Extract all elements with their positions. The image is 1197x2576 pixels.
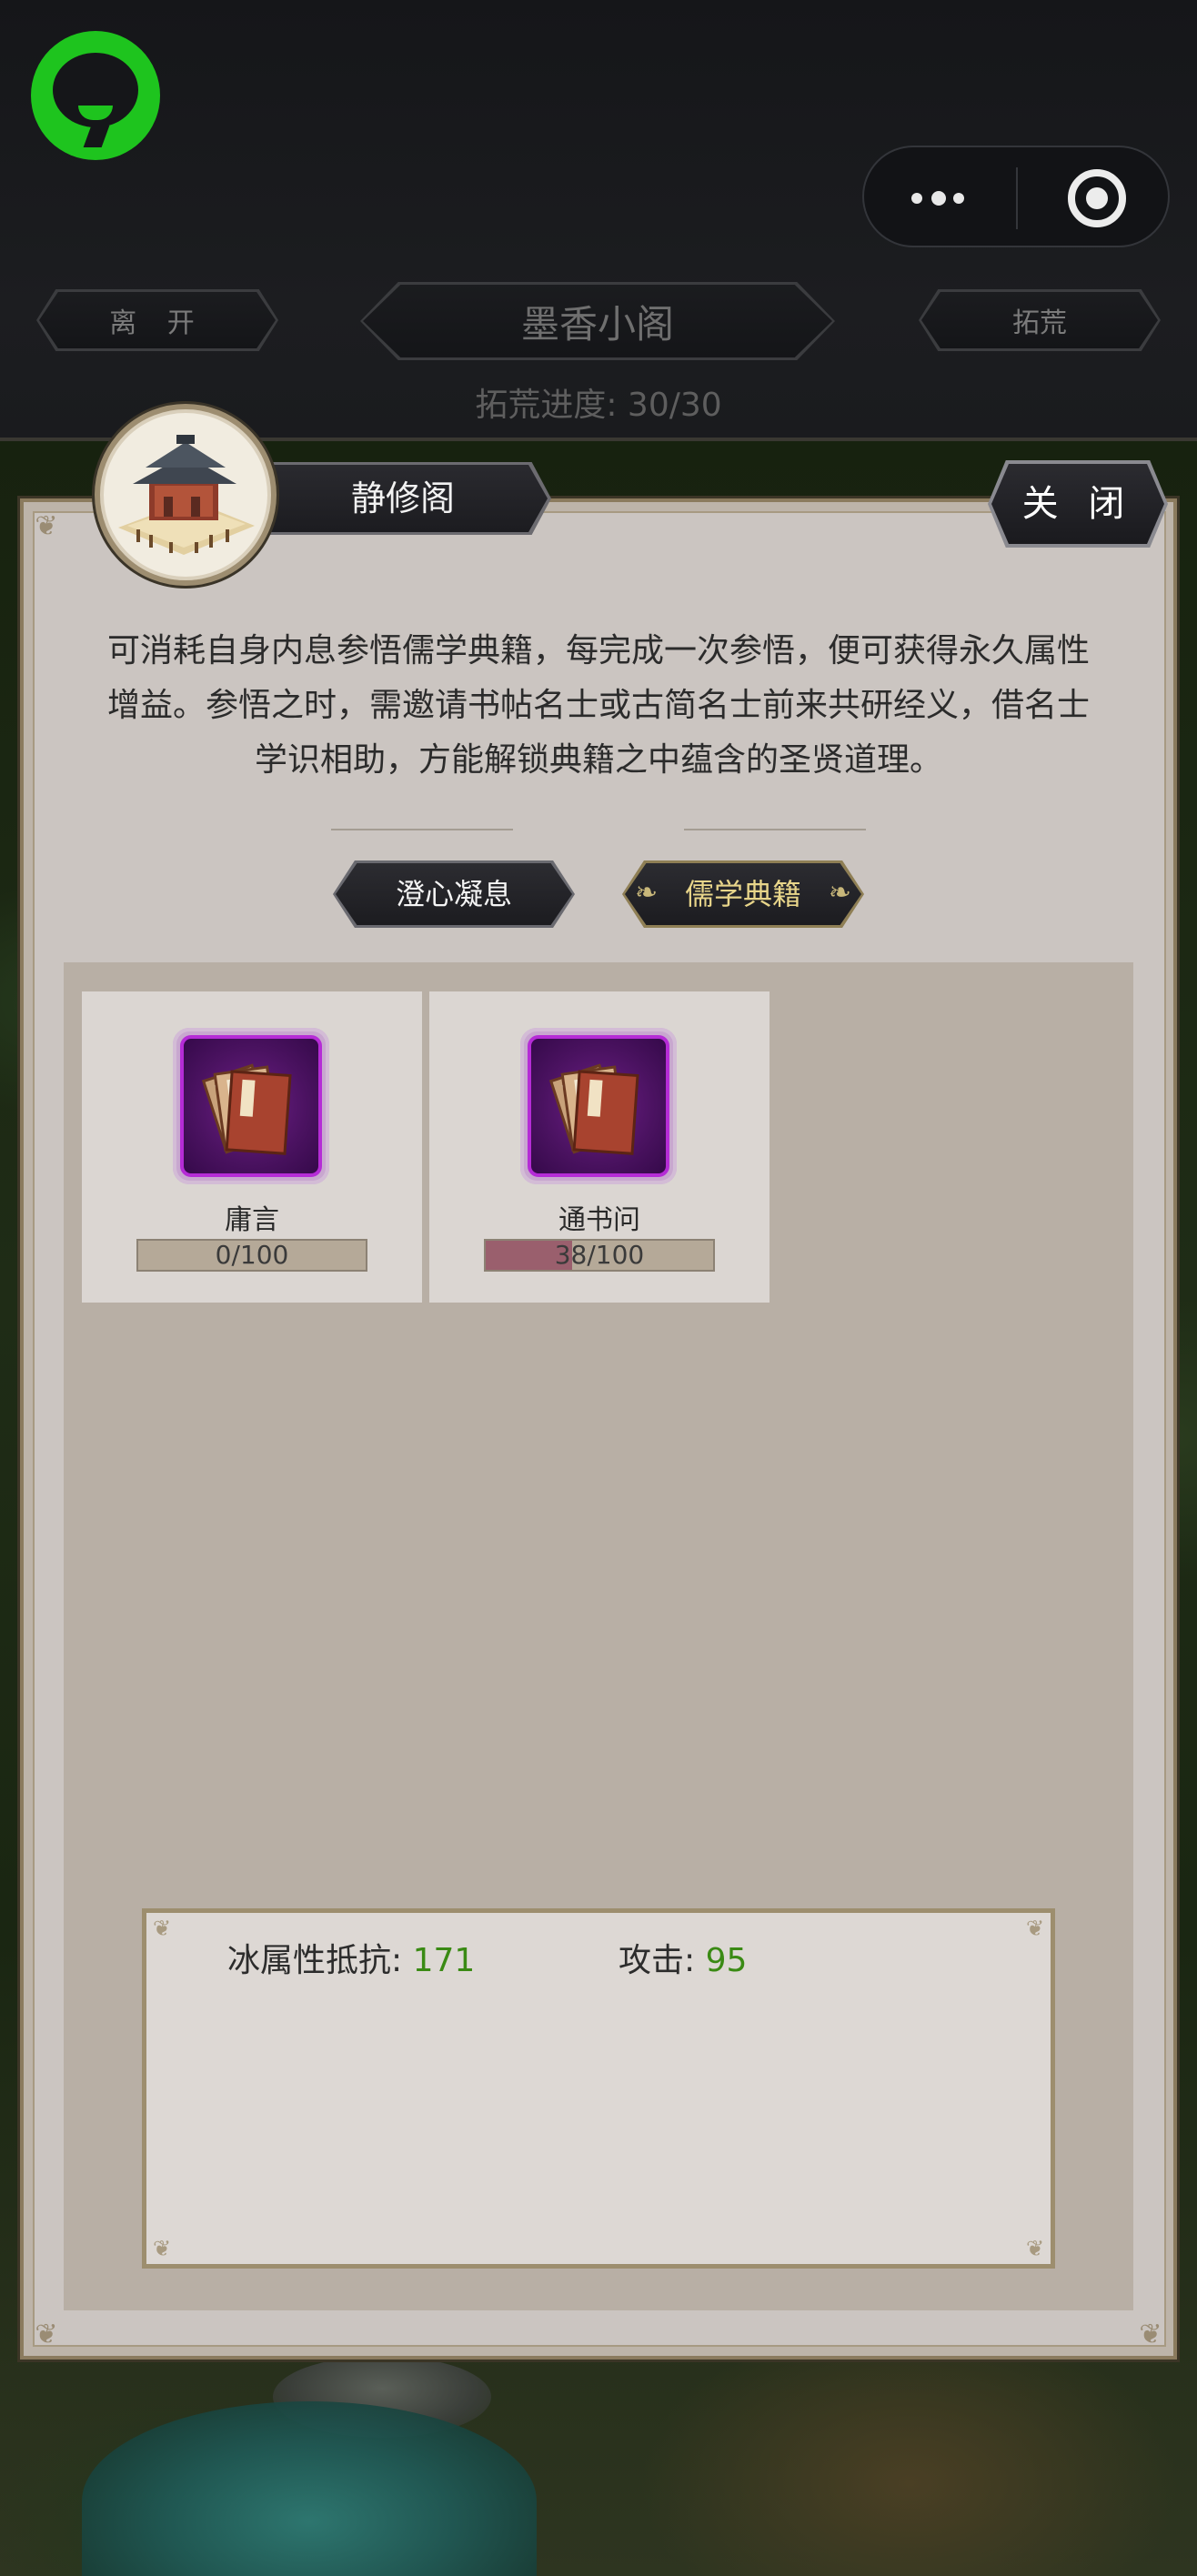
corner-ornament-icon: ❦ bbox=[1025, 2236, 1045, 2261]
stat-label: 攻击: bbox=[619, 1942, 696, 1979]
book-stack-icon bbox=[173, 1028, 329, 1184]
divider-ornament-left bbox=[331, 829, 513, 850]
exit-target-icon[interactable] bbox=[1068, 169, 1126, 227]
tab-meditation[interactable]: 澄心凝息 bbox=[333, 860, 575, 928]
stat-value: 171 bbox=[412, 1942, 476, 1979]
tab-meditation-label: 澄心凝息 bbox=[395, 877, 512, 911]
book-progress-text: 0/100 bbox=[215, 1240, 289, 1270]
corner-ornament-icon: ❦ bbox=[152, 1916, 172, 1941]
book-progress-text: 38/100 bbox=[554, 1240, 645, 1270]
chat-bubble-icon[interactable] bbox=[31, 31, 160, 160]
location-title-plaque: 墨香小阁 bbox=[360, 282, 835, 360]
explore-label: 拓荒 bbox=[1012, 307, 1067, 339]
book-name: 通书问 bbox=[558, 1204, 640, 1236]
leave-label: 离 开 bbox=[109, 307, 206, 339]
book-name: 庸言 bbox=[225, 1204, 279, 1236]
corner-ornament-icon: ❦ bbox=[35, 510, 58, 542]
leave-button[interactable]: 离 开 bbox=[36, 289, 278, 351]
tab-confucian-classics[interactable]: ❧ ❧ 儒学典籍 bbox=[622, 860, 864, 928]
explore-progress-label: 拓荒进度: bbox=[475, 387, 618, 424]
book-progress-bar: 38/100 bbox=[484, 1239, 715, 1272]
divider-ornament-right bbox=[684, 829, 866, 850]
corner-ornament-icon: ❦ bbox=[35, 2319, 58, 2350]
panel-description: 可消耗自身内息参悟儒学典籍，每完成一次参悟，便可获得永久属性增益。参悟之时，需邀… bbox=[106, 632, 1090, 779]
top-bar: 离 开 墨香小阁 拓荒 拓荒进度: 30/30 bbox=[0, 0, 1197, 441]
pavilion-building-icon bbox=[118, 435, 255, 555]
close-panel-button[interactable]: 关 闭 bbox=[988, 460, 1168, 548]
stat-attack: 攻击: 95 bbox=[619, 1934, 747, 1981]
stat-label: 冰属性抵抗: bbox=[227, 1942, 403, 1979]
stat-ice-resistance: 冰属性抵抗: 171 bbox=[227, 1934, 475, 1981]
more-dots-icon[interactable] bbox=[911, 191, 970, 206]
pavilion-avatar bbox=[95, 404, 277, 586]
corner-ornament-icon: ❦ bbox=[1025, 1916, 1045, 1941]
tab-confucian-classics-label: 儒学典籍 bbox=[684, 877, 801, 911]
book-card[interactable]: 通书问 38/100 bbox=[429, 991, 770, 1303]
explore-button[interactable]: 拓荒 bbox=[919, 289, 1161, 351]
corner-ornament-icon: ❦ bbox=[152, 2236, 172, 2261]
location-title: 墨香小阁 bbox=[520, 301, 674, 347]
stat-value: 95 bbox=[705, 1942, 748, 1979]
book-card[interactable]: 庸言 0/100 bbox=[82, 991, 422, 1303]
book-progress-bar: 0/100 bbox=[136, 1239, 367, 1272]
close-panel-label: 关 闭 bbox=[1021, 483, 1134, 525]
corner-ornament-icon: ❦ bbox=[1139, 2319, 1162, 2350]
explore-progress-value: 30/30 bbox=[627, 387, 722, 424]
mini-program-capsule bbox=[862, 146, 1170, 247]
book-stack-icon bbox=[520, 1028, 677, 1184]
